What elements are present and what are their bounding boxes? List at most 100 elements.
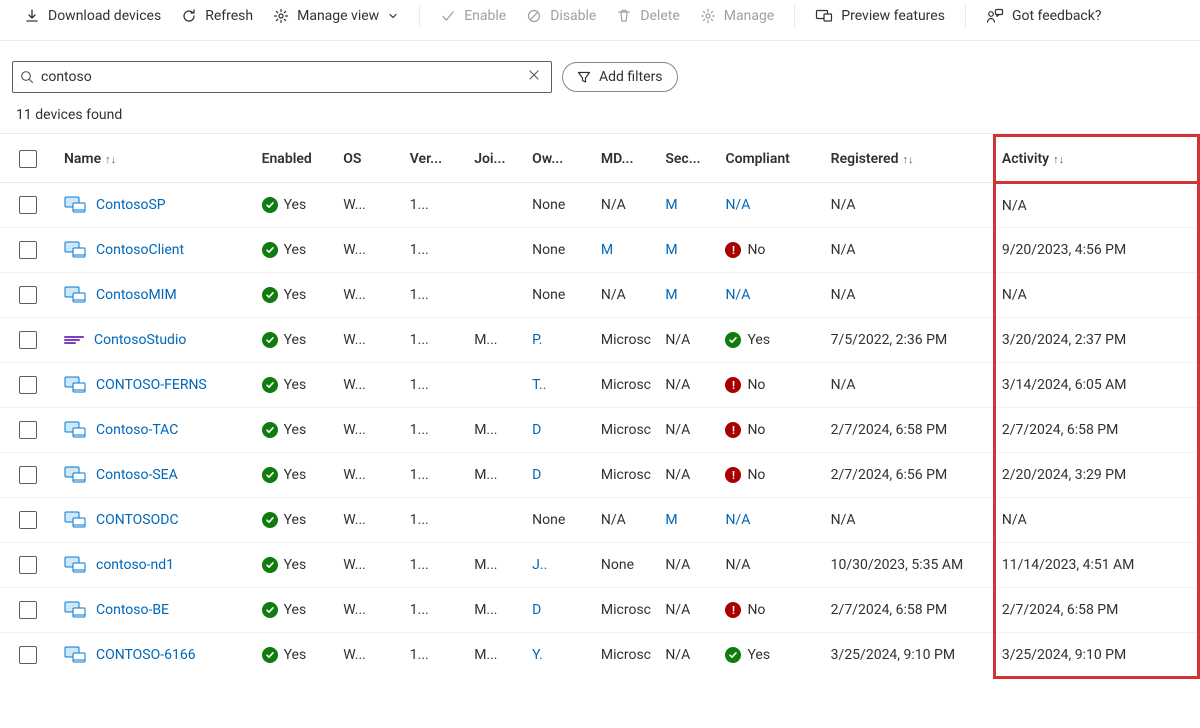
security-cell: N/A xyxy=(659,408,719,453)
row-checkbox[interactable] xyxy=(19,376,37,394)
owner-cell: None xyxy=(526,183,595,228)
col-os[interactable]: OS xyxy=(337,136,404,183)
compliant-cell[interactable]: N/A xyxy=(719,183,824,228)
activity-cell: 2/7/2024, 6:58 PM xyxy=(994,408,1198,453)
device-link[interactable]: CONTOSODC xyxy=(96,512,179,528)
join-cell: M... xyxy=(468,408,526,453)
security-cell[interactable]: M xyxy=(659,228,719,273)
mdm-cell: N/A xyxy=(595,273,659,318)
device-icon xyxy=(64,240,86,260)
col-registered[interactable]: Registered↑↓ xyxy=(825,136,995,183)
join-cell: M... xyxy=(468,318,526,363)
search-input[interactable] xyxy=(35,69,523,85)
clear-search-button[interactable] xyxy=(523,64,545,90)
device-link[interactable]: Contoso-TAC xyxy=(96,422,178,438)
devices-table: Name↑↓ Enabled OS Ver... Joi... Ow... MD… xyxy=(0,134,1200,679)
separator xyxy=(794,4,795,28)
registered-cell: N/A xyxy=(825,363,995,408)
device-link[interactable]: CONTOSO-FERNS xyxy=(96,377,207,393)
row-checkbox[interactable] xyxy=(19,556,37,574)
compliant-cell: N/A xyxy=(719,543,824,588)
registered-cell: N/A xyxy=(825,273,995,318)
col-version[interactable]: Ver... xyxy=(404,136,468,183)
mdm-cell[interactable]: M xyxy=(595,228,659,273)
download-devices-button[interactable]: Download devices xyxy=(16,2,169,30)
select-all-checkbox[interactable] xyxy=(19,150,37,168)
owner-cell[interactable]: J.. xyxy=(526,543,595,588)
row-checkbox[interactable] xyxy=(19,331,37,349)
col-owner[interactable]: Ow... xyxy=(526,136,595,183)
device-link[interactable]: ContosoStudio xyxy=(94,332,186,348)
col-security[interactable]: Sec... xyxy=(659,136,719,183)
col-compliant[interactable]: Compliant xyxy=(719,136,824,183)
table-row: ContosoMIMYesW...1...NoneN/AMN/AN/AN/A xyxy=(0,273,1199,318)
mdm-cell: None xyxy=(595,543,659,588)
add-filters-button[interactable]: Add filters xyxy=(562,62,678,92)
owner-cell[interactable]: T.. xyxy=(526,363,595,408)
refresh-button[interactable]: Refresh xyxy=(173,2,261,30)
security-cell: N/A xyxy=(659,453,719,498)
enabled-cell: Yes xyxy=(262,557,307,573)
preview-features-button[interactable]: Preview features xyxy=(807,2,953,30)
col-enabled[interactable]: Enabled xyxy=(256,136,338,183)
separator xyxy=(419,4,420,28)
sort-icon: ↑↓ xyxy=(1053,153,1064,166)
error-circle-icon: ! xyxy=(725,602,741,618)
version-cell: 1... xyxy=(404,318,468,363)
compliant-cell[interactable]: N/A xyxy=(719,273,824,318)
device-link[interactable]: Contoso-SEA xyxy=(96,467,178,483)
security-cell[interactable]: M xyxy=(659,273,719,318)
registered-cell: 2/7/2024, 6:56 PM xyxy=(825,453,995,498)
enabled-cell: Yes xyxy=(262,647,307,663)
row-checkbox[interactable] xyxy=(19,466,37,484)
person-feedback-icon xyxy=(986,8,1004,24)
version-cell: 1... xyxy=(404,588,468,633)
activity-cell: N/A xyxy=(994,183,1198,228)
enabled-cell: Yes xyxy=(262,332,307,348)
version-cell: 1... xyxy=(404,273,468,318)
manage-view-button[interactable]: Manage view xyxy=(265,2,407,30)
check-circle-icon xyxy=(725,647,741,663)
device-link[interactable]: contoso-nd1 xyxy=(96,557,174,573)
compliant-cell: !No xyxy=(719,363,824,408)
os-cell: W... xyxy=(337,318,404,363)
row-checkbox[interactable] xyxy=(19,601,37,619)
compliant-cell[interactable]: N/A xyxy=(719,498,824,543)
device-link[interactable]: Contoso-BE xyxy=(96,602,169,618)
row-checkbox[interactable] xyxy=(19,286,37,304)
join-cell xyxy=(468,183,526,228)
device-link[interactable]: ContosoMIM xyxy=(96,287,177,303)
os-cell: W... xyxy=(337,273,404,318)
sort-icon: ↑↓ xyxy=(105,153,116,166)
row-checkbox[interactable] xyxy=(19,241,37,259)
col-mdm[interactable]: MD... xyxy=(595,136,659,183)
owner-cell[interactable]: Y. xyxy=(526,633,595,678)
security-cell[interactable]: M xyxy=(659,498,719,543)
version-cell: 1... xyxy=(404,408,468,453)
device-link[interactable]: ContosoClient xyxy=(96,242,184,258)
feedback-button[interactable]: Got feedback? xyxy=(978,2,1110,30)
owner-cell[interactable]: D xyxy=(526,588,595,633)
manage-view-label: Manage view xyxy=(297,8,379,24)
device-link[interactable]: CONTOSO-6166 xyxy=(96,647,196,663)
row-checkbox[interactable] xyxy=(19,196,37,214)
col-activity[interactable]: Activity↑↓ xyxy=(994,136,1198,183)
row-checkbox[interactable] xyxy=(19,646,37,664)
search-box[interactable] xyxy=(12,61,552,93)
row-checkbox[interactable] xyxy=(19,421,37,439)
owner-cell[interactable]: P. xyxy=(526,318,595,363)
activity-cell: 3/20/2024, 2:37 PM xyxy=(994,318,1198,363)
os-cell: W... xyxy=(337,183,404,228)
row-checkbox[interactable] xyxy=(19,511,37,529)
owner-cell[interactable]: D xyxy=(526,453,595,498)
enabled-cell: Yes xyxy=(262,467,307,483)
enabled-cell: Yes xyxy=(262,242,307,258)
join-cell xyxy=(468,498,526,543)
security-cell[interactable]: M xyxy=(659,183,719,228)
device-link[interactable]: ContosoSP xyxy=(96,197,166,213)
col-join[interactable]: Joi... xyxy=(468,136,526,183)
owner-cell[interactable]: D xyxy=(526,408,595,453)
manage-label: Manage xyxy=(724,8,774,24)
feedback-label: Got feedback? xyxy=(1012,8,1102,24)
col-name[interactable]: Name↑↓ xyxy=(58,136,256,183)
